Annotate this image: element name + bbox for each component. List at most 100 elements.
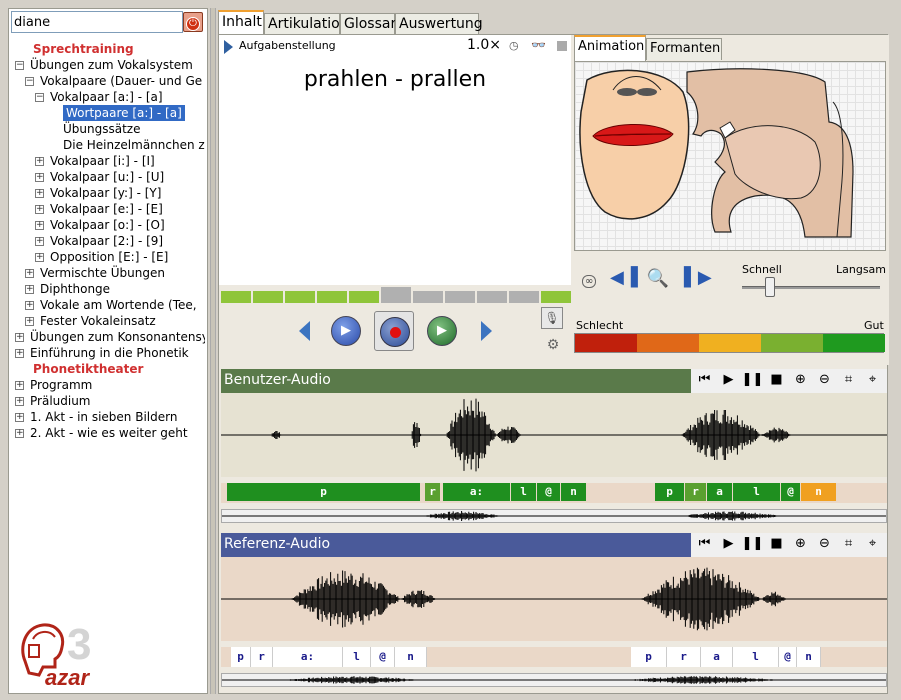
reference-overview-scrollbar[interactable]: [221, 673, 888, 687]
phoneme-segment[interactable]: a:: [273, 647, 343, 667]
next-button[interactable]: [481, 321, 492, 341]
tree-item[interactable]: + Opposition [E:] - [E]: [35, 249, 168, 265]
zoom-selection-icon[interactable]: ⌖: [861, 533, 884, 555]
tree-item[interactable]: + Einführung in die Phonetik: [15, 345, 189, 361]
user-overview-scrollbar[interactable]: [221, 509, 888, 523]
animation-speed-slider[interactable]: [742, 286, 880, 289]
skip-start-icon[interactable]: ⏮: [693, 369, 716, 391]
tab-auswertung[interactable]: Auswertung: [395, 13, 483, 35]
expand-icon[interactable]: +: [35, 253, 44, 262]
tab-artikulation[interactable]: Artikulation: [264, 13, 349, 35]
loop-icon[interactable]: ∞: [582, 275, 597, 288]
tree-item[interactable]: + Vokalpaar [o:] - [O]: [35, 217, 165, 233]
collapse-icon[interactable]: −: [35, 93, 44, 102]
gear-icon[interactable]: ⚙: [544, 337, 562, 355]
skip-start-icon[interactable]: ⏮: [693, 533, 716, 555]
expand-icon[interactable]: +: [15, 381, 24, 390]
stop-icon[interactable]: ■: [765, 369, 788, 391]
zoom-in-icon[interactable]: ⊕: [789, 533, 812, 555]
expand-icon[interactable]: +: [35, 237, 44, 246]
tab-animation[interactable]: Animation: [574, 35, 646, 61]
phoneme-segment[interactable]: l: [343, 647, 371, 667]
expand-icon[interactable]: +: [35, 221, 44, 230]
expand-icon[interactable]: +: [35, 189, 44, 198]
tree-item[interactable]: + Diphthonge: [25, 281, 110, 297]
tab-glossar[interactable]: Glossar: [340, 13, 396, 35]
expand-icon[interactable]: +: [15, 333, 24, 342]
tree-item[interactable]: + Vermischte Übungen: [25, 265, 165, 281]
tab-formanten[interactable]: Formanten: [646, 38, 722, 60]
collapse-icon[interactable]: −: [15, 61, 24, 70]
expand-icon[interactable]: +: [15, 397, 24, 406]
tree-item[interactable]: + Übungen zum Konsonantensy: [15, 329, 205, 345]
pause-icon[interactable]: ❚❚: [741, 533, 764, 555]
phoneme-segment[interactable]: r: [425, 483, 440, 501]
tree-item[interactable]: + Vokale am Wortende (Tee,: [25, 297, 197, 313]
expand-icon[interactable]: +: [25, 301, 34, 310]
expand-triangle-icon[interactable]: [224, 40, 233, 54]
play-model-button[interactable]: ▶: [331, 316, 361, 346]
tree-item[interactable]: Übungssätze: [63, 121, 140, 137]
speed-label[interactable]: 1.0×: [467, 37, 501, 53]
slider-thumb[interactable]: [764, 277, 775, 297]
power-button[interactable]: ⏻: [183, 12, 203, 32]
expand-icon[interactable]: +: [35, 173, 44, 182]
tree-item[interactable]: Die Heinzelmännchen zu: [63, 137, 205, 153]
phoneme-segment[interactable]: l: [511, 483, 536, 501]
phoneme-segment[interactable]: a: [701, 647, 733, 667]
tree-item[interactable]: +2. Akt - wie es weiter geht: [15, 425, 188, 441]
expand-icon[interactable]: +: [25, 269, 34, 278]
tree-item[interactable]: + Vokalpaar [y:] - [Y]: [35, 185, 161, 201]
tree-item[interactable]: + Programm: [15, 377, 92, 393]
phoneme-segment[interactable]: p: [227, 483, 420, 501]
phoneme-segment[interactable]: l: [733, 647, 779, 667]
expand-icon[interactable]: +: [35, 205, 44, 214]
tree-item[interactable]: − Übungen zum Vokalsystem: [15, 57, 193, 73]
expand-icon[interactable]: +: [25, 285, 34, 294]
phoneme-segment[interactable]: @: [371, 647, 395, 667]
expand-icon[interactable]: +: [15, 349, 24, 358]
tree-item[interactable]: + Vokalpaar [2:] - [9]: [35, 233, 163, 249]
phoneme-segment[interactable]: n: [801, 483, 836, 501]
tree-item[interactable]: + Vokalpaar [i:] - [I]: [35, 153, 155, 169]
zoom-selection-icon[interactable]: ⌖: [861, 369, 884, 391]
tree-item[interactable]: + Präludium: [15, 393, 91, 409]
phoneme-segment[interactable]: @: [781, 483, 800, 501]
zoom-fit-icon[interactable]: ⌗: [837, 533, 860, 555]
clock-icon[interactable]: ◷: [509, 39, 519, 52]
expand-icon[interactable]: +: [35, 157, 44, 166]
zoom-fit-icon[interactable]: ⌗: [837, 369, 860, 391]
expand-icon[interactable]: +: [15, 429, 24, 438]
zoom-out-icon[interactable]: ⊖: [813, 533, 836, 555]
user-waveform[interactable]: [221, 393, 887, 477]
expand-icon[interactable]: +: [25, 317, 34, 326]
microphone-icon[interactable]: 🎙: [541, 307, 563, 329]
tree-item[interactable]: − Vokalpaare (Dauer- und Ge: [25, 73, 202, 89]
phoneme-segment[interactable]: n: [797, 647, 821, 667]
stop-icon[interactable]: ■: [765, 533, 788, 555]
tree-item[interactable]: − Vokalpaar [a:] - [a]: [35, 89, 163, 105]
reference-waveform[interactable]: [221, 557, 887, 641]
tab-inhalt[interactable]: Inhalt: [218, 10, 264, 36]
tree-item[interactable]: +1. Akt - in sieben Bildern: [15, 409, 177, 425]
previous-button[interactable]: [299, 321, 310, 341]
zoom-out-icon[interactable]: ⊖: [813, 369, 836, 391]
collapse-icon[interactable]: −: [25, 77, 34, 86]
play-icon[interactable]: ▶: [717, 533, 740, 555]
pause-icon[interactable]: ❚❚: [741, 369, 764, 391]
tree-item[interactable]: + Vokalpaar [e:] - [E]: [35, 201, 163, 217]
stop-square-icon[interactable]: [557, 41, 567, 51]
zoom-search-icon[interactable]: 🔍: [646, 267, 670, 291]
phoneme-segment[interactable]: p: [631, 647, 667, 667]
phoneme-segment[interactable]: r: [685, 483, 706, 501]
tree-item[interactable]: + Vokalpaar [u:] - [U]: [35, 169, 164, 185]
step-forward-icon[interactable]: ▌▶: [684, 267, 712, 289]
zoom-in-icon[interactable]: ⊕: [789, 369, 812, 391]
phoneme-segment[interactable]: r: [667, 647, 701, 667]
step-back-icon[interactable]: ◀▐: [610, 267, 638, 289]
phoneme-segment[interactable]: p: [655, 483, 684, 501]
search-input[interactable]: [11, 11, 183, 33]
tree-item[interactable]: Wortpaare [a:] - [a]: [63, 105, 185, 121]
tree-item[interactable]: Sprechtraining: [33, 41, 134, 57]
tree-item[interactable]: Phonetiktheater: [33, 361, 143, 377]
